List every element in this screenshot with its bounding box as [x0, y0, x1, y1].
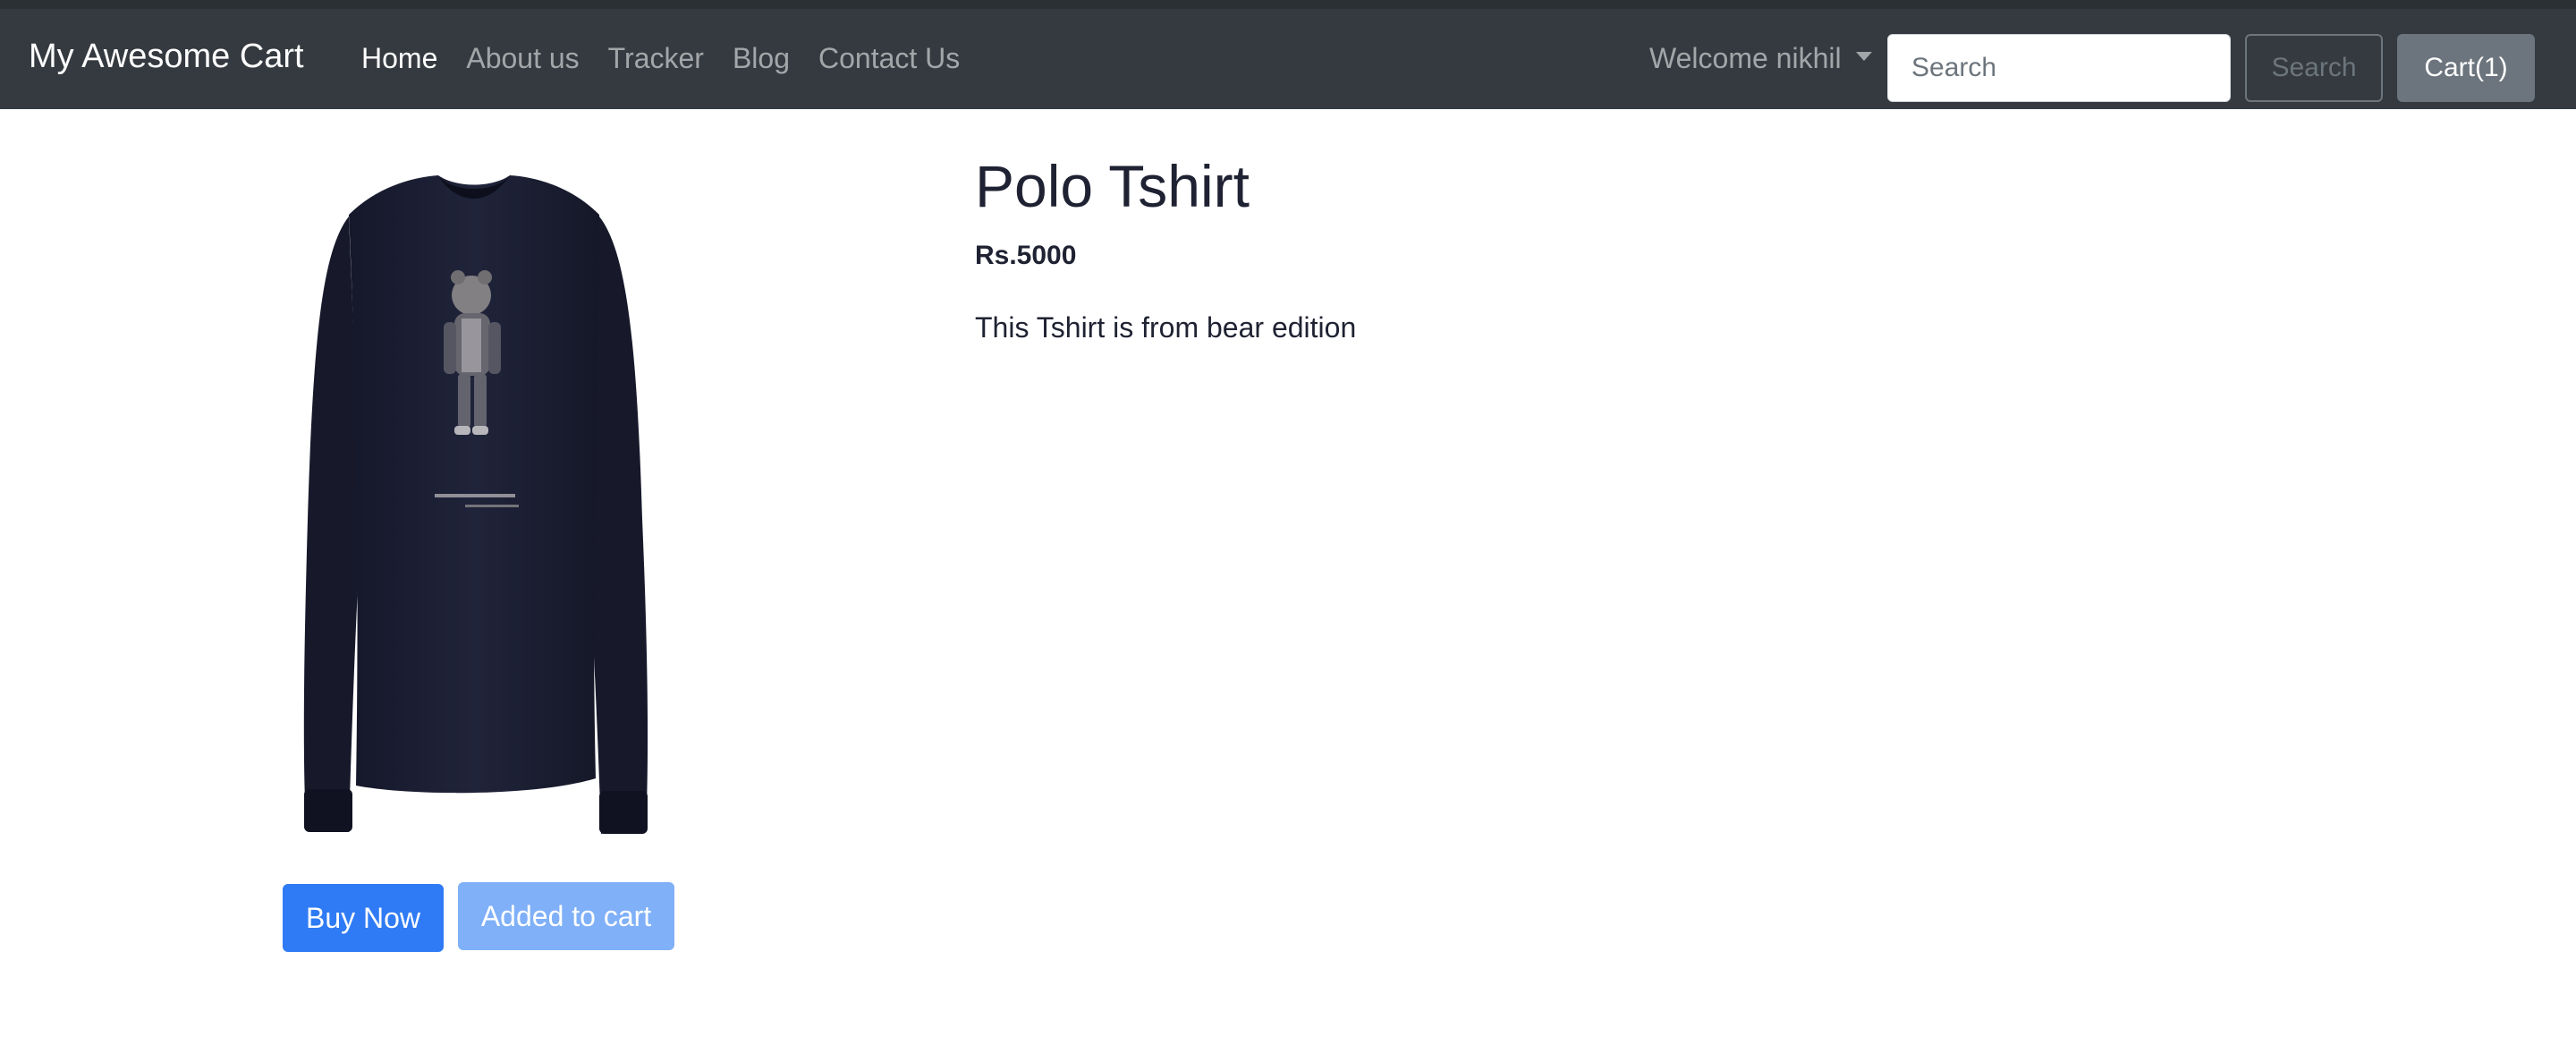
nav-link-tracker[interactable]: Tracker: [608, 42, 704, 75]
nav-link-contact-us[interactable]: Contact Us: [818, 42, 960, 75]
product-title: Polo Tshirt: [975, 153, 1250, 219]
product-description: This Tshirt is from bear edition: [975, 311, 1357, 344]
user-menu-dropdown[interactable]: Welcome nikhil: [1649, 36, 1872, 81]
nav-link-about-us[interactable]: About us: [466, 42, 579, 75]
nav-link-home[interactable]: Home: [361, 42, 437, 75]
cart-button[interactable]: Cart(1): [2397, 34, 2535, 102]
polo-tshirt-image-icon: [303, 175, 648, 834]
navbar: My Awesome Cart Home About us Tracker Bl…: [0, 0, 2576, 109]
buy-now-button[interactable]: Buy Now: [283, 884, 444, 952]
added-to-cart-button[interactable]: Added to cart: [458, 882, 674, 950]
user-menu-label: Welcome nikhil: [1649, 41, 1842, 74]
brand-logo[interactable]: My Awesome Cart: [29, 34, 304, 79]
product-price: Rs.5000: [975, 241, 1077, 270]
nav-links: Home About us Tracker Blog Contact Us: [361, 36, 988, 81]
caret-down-icon: [1855, 52, 1872, 61]
search-input[interactable]: [1887, 34, 2231, 102]
product-image: [286, 143, 662, 850]
nav-link-blog[interactable]: Blog: [733, 42, 790, 75]
search-button[interactable]: Search: [2245, 34, 2383, 102]
